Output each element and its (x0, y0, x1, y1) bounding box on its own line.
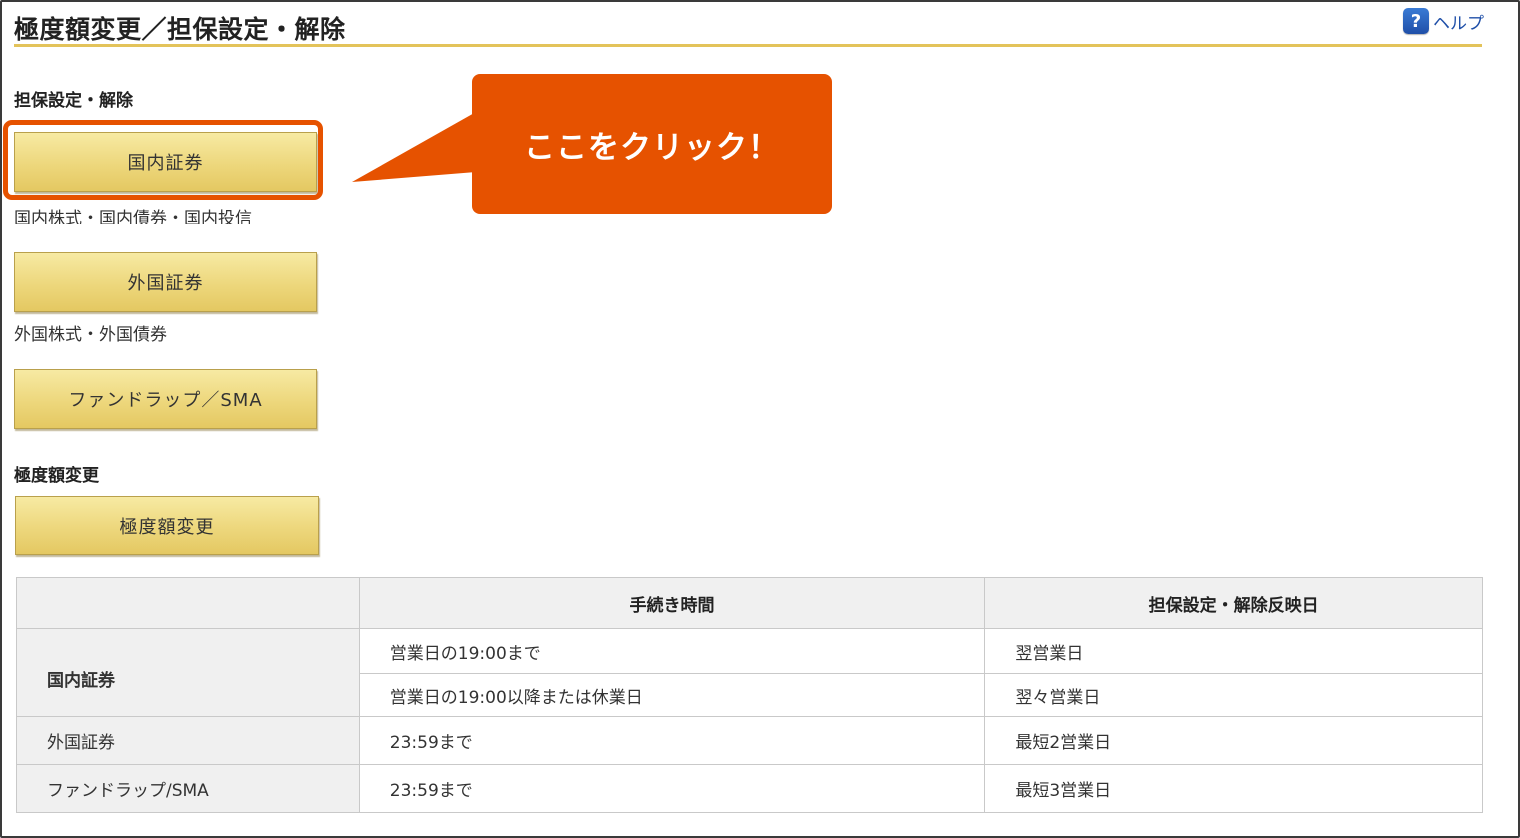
table-row: 国内証券 営業日の19:00まで 翌営業日 (16, 628, 1483, 717)
table-header-row: 手続き時間 担保設定・解除反映日 (16, 577, 1483, 629)
help-label: ヘルプ (1433, 13, 1484, 34)
limit-change-button[interactable]: 極度額変更 (15, 496, 319, 555)
table-row: 外国証券 23:59まで 最短2営業日 (16, 716, 1483, 765)
foreign-securities-description: 外国株式・外国債券 (14, 325, 167, 345)
page-title: 極度額変更／担保設定・解除 (14, 15, 346, 44)
row-category: ファンドラップ/SMA (16, 764, 360, 813)
table-header-date: 担保設定・解除反映日 (984, 577, 1483, 629)
row-time: 営業日の19:00まで (358, 628, 986, 674)
row-date: 最短3営業日 (984, 764, 1483, 813)
table-header-category (16, 577, 360, 629)
row-category: 外国証券 (16, 716, 360, 765)
table-row: ファンドラップ/SMA 23:59まで 最短3営業日 (16, 764, 1483, 813)
highlight-frame (3, 120, 323, 200)
domestic-securities-description: 国内株式・国内債券・国内投信 (14, 209, 252, 224)
title-underline (14, 44, 1482, 47)
help-icon: ? (1403, 8, 1429, 34)
fund-wrap-sma-button[interactable]: ファンドラップ／SMA (14, 369, 317, 429)
table-header-time: 手続き時間 (358, 577, 986, 629)
foreign-securities-button[interactable]: 外国証券 (14, 252, 317, 312)
procedure-table: 手続き時間 担保設定・解除反映日 国内証券 営業日の19:00まで 翌営業日 営… (16, 577, 1483, 813)
row-time: 23:59まで (358, 716, 986, 765)
help-link[interactable]: ? ヘルプ (1403, 8, 1484, 34)
collateral-section-heading: 担保設定・解除 (14, 91, 133, 111)
row-time: 23:59まで (358, 764, 986, 813)
row-date: 最短2営業日 (984, 716, 1483, 765)
limit-section-heading: 極度額変更 (14, 466, 99, 486)
row-date: 翌々営業日 (984, 673, 1483, 717)
callout-pointer (352, 112, 476, 182)
row-date: 翌営業日 (984, 628, 1483, 674)
row-category: 国内証券 (16, 628, 360, 717)
click-here-callout: ここをクリック！ (472, 74, 832, 214)
row-time: 営業日の19:00以降または休業日 (358, 673, 986, 717)
